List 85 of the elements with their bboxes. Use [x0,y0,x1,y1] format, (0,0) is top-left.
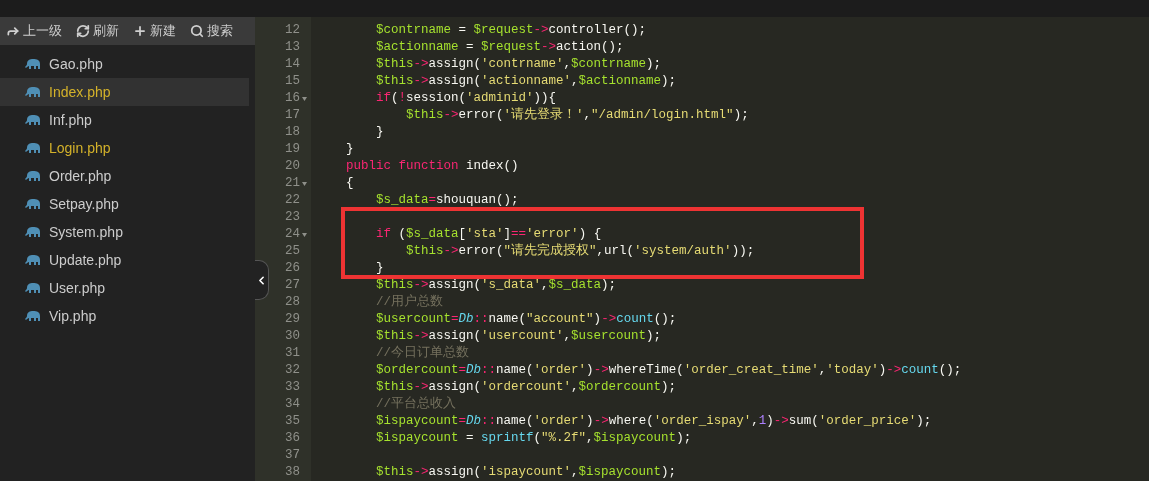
toolbar-button[interactable]: 新建 [133,21,176,41]
line-number: 36 [285,430,300,447]
file-name: Setpay.php [49,194,119,214]
toolbar-button[interactable]: 刷新 [76,21,119,41]
search-icon [190,24,204,38]
code-line: //用户总数 [375,294,443,311]
line-number: 34 [285,396,300,413]
line-number: 12 [285,22,300,39]
fold-arrow-icon[interactable] [302,232,307,237]
line-number: 13 [285,39,300,56]
code-line: $this->error("请先完成授权",url('system/auth')); [405,243,755,260]
elephant-icon [25,310,41,322]
file-name: Update.php [49,250,122,270]
elephant-icon [25,170,41,182]
line-number: 26 [285,260,300,277]
file-name: Vip.php [49,306,97,326]
elephant-icon [25,58,41,70]
line-number: 14 [285,56,300,73]
collapse-handle[interactable] [255,260,269,300]
elephant-icon [25,198,41,210]
code-line: $ordercount=Db::name('order')->whereTime('order_creat_time','today')->count(); [375,362,962,379]
fold-arrow-icon[interactable] [302,181,307,186]
line-number: 33 [285,379,300,396]
code-line: { [345,175,354,192]
fold-arrow-icon[interactable] [302,96,307,101]
line-number: 19 [285,141,300,158]
line-number: 28 [285,294,300,311]
line-number: 15 [285,73,300,90]
file-name: User.php [49,278,106,298]
line-number: 18 [285,124,300,141]
line-number: 35 [285,413,300,430]
elephant-icon [25,282,41,294]
line-number: 20 [285,158,300,175]
code-line: $contrname = $request->controller(); [375,22,647,39]
code-line: if(!session('adminid')){ [375,90,557,107]
line-number: 30 [285,328,300,345]
line-number: 38 [285,464,300,481]
line-number: 24 [285,226,300,243]
code-line: $s_data=shouquan(); [375,192,519,209]
code-line: $this->assign('usercount',$usercount); [375,328,662,345]
code-line: $this->assign('actionname',$actionname); [375,73,677,90]
line-number: 17 [285,107,300,124]
code-line: $this->assign('ordercount',$ordercount); [375,379,677,396]
code-line: public function index() [345,158,519,175]
file-name: Login.php [49,138,111,158]
file-name: Index.php [49,82,111,102]
line-number: 32 [285,362,300,379]
code-line: } [375,260,384,277]
line-number: 29 [285,311,300,328]
toolbar-button[interactable]: 搜索 [190,21,233,41]
line-number: 31 [285,345,300,362]
code-line: if ($s_data['sta']=='error') { [375,226,602,243]
line-number: 23 [285,209,300,226]
code-line: $this->assign('ispaycount',$ispaycount); [375,464,677,481]
forward-icon [6,24,20,38]
line-number: 27 [285,277,300,294]
line-number: 21 [285,175,300,192]
elephant-icon [25,114,41,126]
code-line: $this->error('请先登录！',"/admin/login.html"); [405,107,749,124]
code-line: } [345,141,354,158]
code-line: $ispaycount = sprintf("%.2f",$ispaycount); [375,430,692,447]
file-name: System.php [49,222,123,242]
file-item[interactable]: Index.php [0,78,249,106]
elephant-icon [25,254,41,266]
code-line: $actionname = $request->action(); [375,39,624,56]
elephant-icon [25,142,41,154]
file-name: Gao.php [49,54,103,74]
line-number: 22 [285,192,300,209]
line-number: 37 [285,447,300,464]
plus-icon [133,24,147,38]
toolbar-button[interactable]: 上一级 [6,21,62,41]
refresh-icon [76,24,90,38]
code-line: $ispaycount=Db::name('order')->where('order_ispay',1)->sum('order_price'); [375,413,932,430]
code-line: $this->assign('s_data',$s_data); [375,277,617,294]
code-line: $this->assign('contrname',$contrname); [375,56,662,73]
code-line: //平台总收入 [375,396,456,413]
code-line: } [375,124,384,141]
line-number: 16 [285,90,300,107]
file-name: Inf.php [49,110,92,130]
line-number: 25 [285,243,300,260]
elephant-icon [25,86,41,98]
code-line: $usercount=Db::name("account")->count(); [375,311,677,328]
elephant-icon [25,226,41,238]
code-line: //今日订单总数 [375,345,469,362]
file-name: Order.php [49,166,112,186]
